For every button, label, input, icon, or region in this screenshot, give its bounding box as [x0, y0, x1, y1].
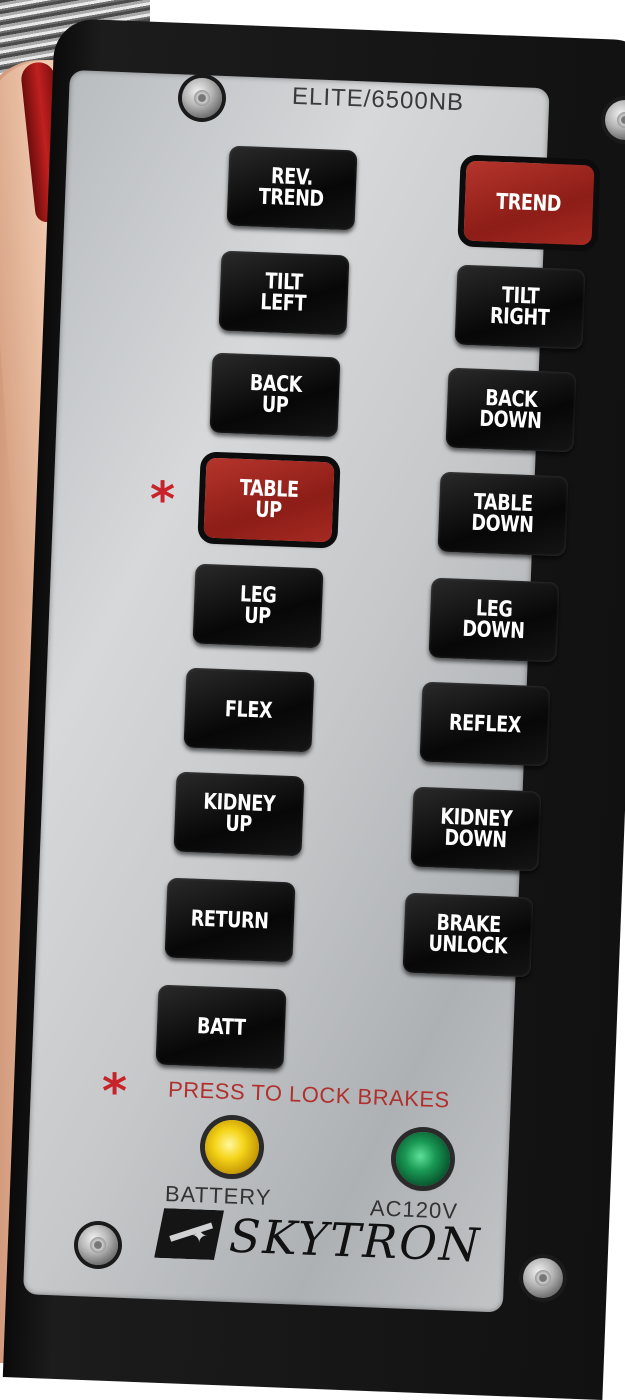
table-down-button[interactable]: TABLE DOWN: [437, 471, 569, 557]
tilt-right-label: TILT RIGHT: [489, 283, 550, 332]
kidney-up-button[interactable]: KIDNEY UP: [173, 771, 305, 857]
flex-button[interactable]: FLEX: [183, 667, 315, 753]
rev-trend-label: REV. TREND: [258, 164, 325, 213]
tilt-left-button[interactable]: TILT LEFT: [218, 250, 350, 336]
battery-indicator-light: [205, 1120, 259, 1174]
leg-up-button[interactable]: LEG UP: [192, 563, 324, 649]
brand-name: SKYTRON: [228, 1208, 483, 1273]
note-asterisk: *: [102, 1064, 128, 1120]
return-label: RETURN: [190, 906, 270, 934]
table-up-asterisk: *: [150, 472, 176, 528]
back-down-label: BACK DOWN: [479, 386, 543, 435]
leg-up-label: LEG UP: [239, 582, 278, 630]
trend-button[interactable]: TREND: [463, 160, 595, 246]
rev-trend-button[interactable]: REV. TREND: [226, 145, 358, 231]
back-down-button[interactable]: BACK DOWN: [445, 367, 577, 453]
trend-label: TREND: [496, 189, 562, 217]
return-button[interactable]: RETURN: [164, 877, 296, 963]
batt-button[interactable]: BATT: [155, 984, 287, 1070]
reflex-button[interactable]: REFLEX: [419, 681, 551, 767]
screw-icon: [182, 78, 222, 118]
tilt-left-label: TILT LEFT: [260, 269, 307, 317]
back-up-button[interactable]: BACK UP: [209, 352, 341, 438]
reflex-label: REFLEX: [448, 710, 522, 738]
batt-label: BATT: [196, 1013, 246, 1041]
skytron-logo-icon: [154, 1208, 224, 1261]
screw-icon: [523, 1258, 563, 1298]
kidney-down-button[interactable]: KIDNEY DOWN: [410, 786, 542, 872]
screw-icon: [78, 1225, 118, 1265]
kidney-up-label: KIDNEY UP: [202, 789, 276, 838]
back-up-label: BACK UP: [248, 371, 302, 419]
table-down-label: TABLE DOWN: [471, 489, 535, 539]
table-up-button[interactable]: TABLE UP: [203, 457, 335, 543]
table-up-label: TABLE UP: [239, 475, 300, 524]
leg-down-label: LEG DOWN: [462, 596, 526, 645]
kidney-down-label: KIDNEY DOWN: [439, 804, 513, 854]
brake-unlock-button[interactable]: BRAKE UNLOCK: [402, 892, 534, 978]
tilt-right-button[interactable]: TILT RIGHT: [454, 264, 586, 350]
leg-down-button[interactable]: LEG DOWN: [428, 577, 560, 663]
brake-unlock-label: BRAKE UNLOCK: [427, 910, 508, 960]
flex-label: FLEX: [224, 696, 274, 724]
ac-indicator-light: [396, 1132, 450, 1186]
